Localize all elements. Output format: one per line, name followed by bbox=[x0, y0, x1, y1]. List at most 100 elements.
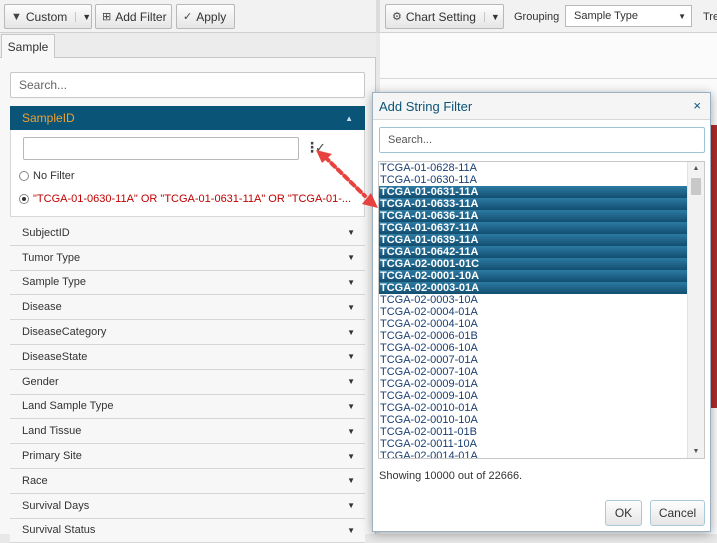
sampleid-label: SampleID bbox=[22, 111, 75, 125]
list-item[interactable]: TCGA-02-0010-01A bbox=[379, 402, 688, 414]
field-label: SubjectID bbox=[22, 226, 70, 239]
filter-expression-option[interactable]: "TCGA-01-0630-11A" OR "TCGA-01-0631-11A"… bbox=[19, 193, 351, 205]
list-item[interactable]: TCGA-02-0001-01C bbox=[379, 258, 688, 270]
add-filter-label: Add Filter bbox=[115, 9, 167, 24]
list-item[interactable]: TCGA-01-0633-11A bbox=[379, 198, 688, 210]
dialog-search-input[interactable] bbox=[379, 127, 705, 153]
list-item[interactable]: TCGA-02-0009-01A bbox=[379, 378, 688, 390]
list-item[interactable]: TCGA-02-0009-10A bbox=[379, 390, 688, 402]
scroll-thumb[interactable] bbox=[691, 178, 701, 195]
field-item[interactable]: Sample Type ▼ bbox=[10, 270, 365, 296]
field-item[interactable]: Survival Days ▼ bbox=[10, 493, 365, 519]
scrollbar[interactable]: ▲ ▼ bbox=[687, 162, 704, 458]
field-item[interactable]: SubjectID ▼ bbox=[10, 221, 365, 246]
field-item[interactable]: DiseaseState ▼ bbox=[10, 344, 365, 370]
list-item[interactable]: TCGA-01-0639-11A bbox=[379, 234, 688, 246]
trend-label: Tre bbox=[703, 11, 717, 23]
list-item[interactable]: TCGA-02-0007-10A bbox=[379, 366, 688, 378]
list-item[interactable]: TCGA-02-0006-10A bbox=[379, 342, 688, 354]
field-item[interactable]: Gender ▼ bbox=[10, 369, 365, 395]
radio-no-filter[interactable] bbox=[19, 171, 29, 181]
field-label: DiseaseState bbox=[22, 350, 88, 363]
chart-setting-button[interactable]: ⚙ Chart Setting ▼ bbox=[385, 4, 504, 29]
field-list: SubjectID ▼ Tumor Type ▼ Sample Type ▼ Disease… bbox=[10, 221, 365, 543]
ok-button[interactable]: OK bbox=[605, 500, 642, 526]
chevron-down-icon[interactable]: ▼ bbox=[347, 501, 355, 510]
list-item[interactable]: TCGA-02-0011-10A bbox=[379, 438, 688, 450]
radio-filter-expression[interactable] bbox=[19, 194, 29, 204]
list-item[interactable]: TCGA-01-0630-11A bbox=[379, 174, 688, 186]
list-item[interactable]: TCGA-01-0637-11A bbox=[379, 222, 688, 234]
dialog-title: Add String Filter bbox=[379, 99, 473, 114]
add-filter-icon: ⊞ bbox=[102, 11, 112, 23]
field-label: DiseaseCategory bbox=[22, 326, 107, 339]
left-search-input[interactable] bbox=[10, 72, 365, 98]
chevron-down-icon[interactable]: ▼ bbox=[347, 476, 355, 485]
chevron-down-icon[interactable]: ▼ bbox=[347, 328, 355, 337]
chevron-down-icon[interactable]: ▼ bbox=[75, 11, 91, 22]
chart-setting-label: Chart Setting bbox=[405, 9, 476, 24]
chevron-down-icon[interactable]: ▼ bbox=[347, 377, 355, 386]
chevron-down-icon[interactable]: ▼ bbox=[347, 253, 355, 262]
custom-filter-button[interactable]: ▼ Custom ▼ bbox=[4, 4, 92, 29]
field-item[interactable]: Land Tissue ▼ bbox=[10, 419, 365, 445]
close-icon[interactable]: × bbox=[693, 98, 701, 113]
list-item[interactable]: TCGA-02-0004-10A bbox=[379, 318, 688, 330]
filter-expression-text: "TCGA-01-0630-11A" OR "TCGA-01-0631-11A"… bbox=[33, 193, 352, 205]
collapse-icon[interactable]: ▲ bbox=[345, 114, 353, 123]
list-item[interactable]: TCGA-01-0631-11A bbox=[379, 186, 688, 198]
list-item[interactable]: TCGA-01-0642-11A bbox=[379, 246, 688, 258]
list-item[interactable]: TCGA-02-0003-10A bbox=[379, 294, 688, 306]
add-filter-button[interactable]: ⊞ Add Filter bbox=[95, 4, 172, 29]
field-item[interactable]: DiseaseCategory ▼ bbox=[10, 320, 365, 345]
list-item[interactable]: TCGA-02-0007-01A bbox=[379, 354, 688, 366]
check-icon: ✓ bbox=[183, 11, 193, 23]
field-label: Tumor Type bbox=[22, 251, 81, 264]
grouping-select[interactable]: Sample Type ▼ bbox=[565, 5, 692, 27]
field-label: Survival Status bbox=[22, 524, 96, 537]
chevron-down-icon[interactable]: ▼ bbox=[347, 228, 355, 237]
scroll-up-icon[interactable]: ▲ bbox=[688, 162, 704, 175]
list-item[interactable]: TCGA-02-0001-10A bbox=[379, 270, 688, 282]
list-item[interactable]: TCGA-01-0636-11A bbox=[379, 210, 688, 222]
list-item[interactable]: TCGA-02-0014-01A bbox=[379, 450, 688, 458]
field-label: Sample Type bbox=[22, 276, 87, 289]
chevron-down-icon[interactable]: ▼ bbox=[347, 278, 355, 287]
list-item[interactable]: TCGA-01-0628-11A bbox=[379, 162, 688, 174]
apply-label: Apply bbox=[196, 9, 227, 24]
list-item[interactable]: TCGA-02-0010-10A bbox=[379, 414, 688, 426]
check-icon[interactable]: ✓ bbox=[315, 140, 326, 156]
chevron-down-icon[interactable]: ▼ bbox=[483, 11, 500, 22]
sampleid-header[interactable]: SampleID ▲ bbox=[10, 106, 365, 130]
field-item[interactable]: Race ▼ bbox=[10, 468, 365, 494]
chevron-down-icon[interactable]: ▼ bbox=[347, 402, 355, 411]
sample-listbox[interactable]: TCGA-01-0628-11A TCGA-01-0630-11A TCGA-01-… bbox=[378, 161, 705, 459]
field-label: Disease bbox=[22, 301, 62, 314]
sampleid-filter-input[interactable] bbox=[23, 137, 299, 160]
no-filter-option[interactable]: No Filter bbox=[19, 170, 75, 182]
field-label: Land Sample Type bbox=[22, 400, 114, 413]
list-item[interactable]: TCGA-02-0004-01A bbox=[379, 306, 688, 318]
chevron-down-icon[interactable]: ▼ bbox=[347, 303, 355, 312]
apply-button[interactable]: ✓ Apply bbox=[176, 4, 235, 29]
list-item[interactable]: TCGA-02-0003-01A bbox=[379, 282, 688, 294]
chart-bar bbox=[710, 125, 717, 408]
field-label: Gender bbox=[22, 375, 59, 388]
field-item[interactable]: Primary Site ▼ bbox=[10, 444, 365, 469]
field-item[interactable]: Tumor Type ▼ bbox=[10, 245, 365, 271]
no-filter-label: No Filter bbox=[33, 170, 75, 182]
chevron-down-icon[interactable]: ▼ bbox=[347, 427, 355, 436]
cancel-button[interactable]: Cancel bbox=[650, 500, 705, 526]
field-item[interactable]: Disease ▼ bbox=[10, 295, 365, 321]
chevron-down-icon[interactable]: ▼ bbox=[347, 452, 355, 461]
scroll-down-icon[interactable]: ▼ bbox=[688, 445, 704, 458]
field-item[interactable]: Land Sample Type ▼ bbox=[10, 394, 365, 420]
list-item[interactable]: TCGA-02-0011-01B bbox=[379, 426, 688, 438]
list-item[interactable]: TCGA-02-0006-01B bbox=[379, 330, 688, 342]
field-label: Primary Site bbox=[22, 450, 82, 463]
chevron-down-icon: ▼ bbox=[678, 11, 686, 21]
tab-sample[interactable]: Sample bbox=[1, 34, 55, 59]
chevron-down-icon[interactable]: ▼ bbox=[347, 352, 355, 361]
field-item[interactable]: Survival Status ▼ bbox=[10, 518, 365, 543]
add-string-filter-dialog: Add String Filter × TCGA-01-0628-11ATCGA… bbox=[372, 92, 711, 532]
